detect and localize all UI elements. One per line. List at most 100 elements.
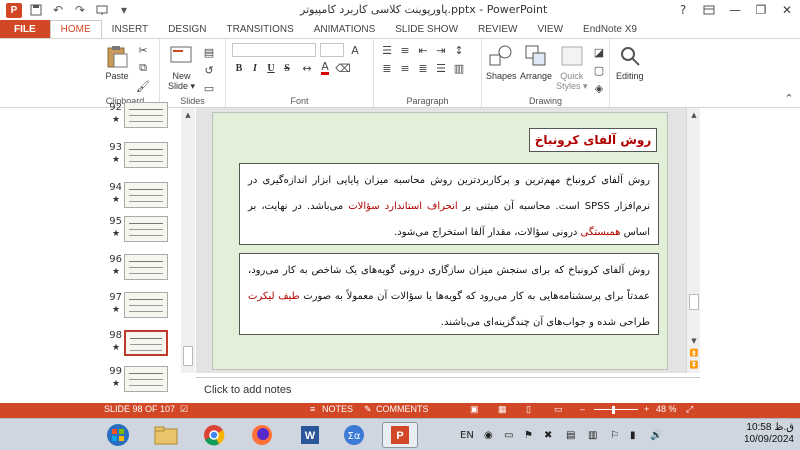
font-name-combo[interactable] <box>232 43 316 57</box>
grow-font-icon[interactable]: A <box>348 43 362 57</box>
next-slide-icon[interactable]: ⏬ <box>689 360 699 370</box>
tray-app-icon[interactable]: ✖ <box>544 419 552 450</box>
scrollbar-thumb[interactable] <box>689 294 699 310</box>
editing-button[interactable]: Editing <box>616 43 644 81</box>
tray-volume-icon[interactable]: 🔊 <box>650 419 662 450</box>
zoom-in-button[interactable]: + <box>644 404 649 414</box>
zoom-out-button[interactable]: – <box>580 404 585 414</box>
tab-animations[interactable]: ANIMATIONS <box>304 20 385 38</box>
scrollbar-thumb[interactable] <box>183 346 193 366</box>
thumbnail-slide-99[interactable]: 99 ★ <box>104 366 184 398</box>
thumbnail-slide-98[interactable]: 98 ★ <box>104 330 184 362</box>
shape-outline-icon[interactable]: ▢ <box>592 63 606 77</box>
notes-button[interactable]: NOTES <box>322 404 353 414</box>
content-textbox-1[interactable]: روش آلفای کرونباخ مهم‌ترین و پرکاربردتری… <box>239 163 659 245</box>
save-icon[interactable] <box>28 2 44 18</box>
previous-slide-icon[interactable]: ⏫ <box>689 348 699 358</box>
zoom-slider[interactable] <box>594 409 638 410</box>
tab-slide-show[interactable]: SLIDE SHOW <box>385 20 468 38</box>
thumbnail-slide-92[interactable]: 92 ★ <box>104 102 184 134</box>
undo-icon[interactable]: ↶ <box>50 2 66 18</box>
thumbnail-slide-94[interactable]: 94 ★ <box>104 182 184 214</box>
copy-icon[interactable]: ⧉ <box>136 61 150 75</box>
tab-view[interactable]: VIEW <box>527 20 573 38</box>
strikethrough-button[interactable]: S <box>280 61 294 75</box>
numbering-icon[interactable]: ≡ <box>398 43 412 57</box>
quick-styles-button[interactable]: Quick Styles ▾ <box>556 43 588 92</box>
equation-editor-icon[interactable]: Σα <box>336 422 372 448</box>
format-painter-icon[interactable]: 🖌 <box>136 79 150 93</box>
thumbnail-slide-97[interactable]: 97 ★ <box>104 292 184 324</box>
thumbnail-slide-96[interactable]: 96 ★ <box>104 254 184 286</box>
redo-icon[interactable]: ↷ <box>72 2 88 18</box>
zoom-level[interactable]: 48 % <box>656 404 677 414</box>
font-color-icon[interactable]: A <box>318 61 332 75</box>
cut-icon[interactable]: ✂ <box>136 43 150 57</box>
shape-effects-icon[interactable]: ◈ <box>592 81 606 95</box>
align-left-icon[interactable]: ≣ <box>380 61 394 75</box>
clock[interactable]: 10:58 ق.ظ 10/09/2024 <box>744 422 794 446</box>
thumbnails-scrollbar[interactable]: ▲ <box>181 108 195 373</box>
collapse-ribbon-icon[interactable]: ⌃ <box>782 91 796 105</box>
font-size-combo[interactable] <box>320 43 344 57</box>
character-spacing-icon[interactable]: ↔ <box>300 61 314 75</box>
line-spacing-icon[interactable]: ↕ <box>452 43 466 57</box>
language-indicator[interactable]: EN <box>460 419 474 450</box>
bullets-icon[interactable]: ☰ <box>380 43 394 57</box>
start-button[interactable] <box>100 422 136 448</box>
tray-bars-icon[interactable]: ▮ <box>630 419 636 450</box>
tray-security-icon[interactable]: ⚑ <box>524 419 533 450</box>
tab-review[interactable]: REVIEW <box>468 20 527 38</box>
start-slideshow-icon[interactable] <box>94 2 110 18</box>
file-explorer-icon[interactable] <box>148 422 184 448</box>
scroll-down-icon[interactable]: ▼ <box>689 336 699 346</box>
minimize-button[interactable]: — <box>722 0 748 20</box>
restore-button[interactable]: ❐ <box>748 0 774 20</box>
scroll-up-icon[interactable]: ▲ <box>183 110 193 120</box>
tray-flag-icon[interactable]: ⚐ <box>610 419 619 450</box>
bold-button[interactable]: B <box>232 61 246 75</box>
thumbnail-slide-93[interactable]: 93 ★ <box>104 142 184 174</box>
tab-transitions[interactable]: TRANSITIONS <box>217 20 304 38</box>
reset-icon[interactable]: ↺ <box>202 63 216 77</box>
shapes-button[interactable]: Shapes <box>486 43 517 81</box>
notes-pane[interactable]: Click to add notes <box>196 377 700 403</box>
word-icon[interactable]: W <box>292 422 328 448</box>
help-button[interactable]: ? <box>670 0 696 20</box>
slide-sorter-icon[interactable]: ▦ <box>498 404 507 415</box>
align-center-icon[interactable]: ≡ <box>398 61 412 75</box>
justify-icon[interactable]: ☰ <box>434 61 448 75</box>
arrange-button[interactable]: Arrange <box>520 43 552 81</box>
tab-design[interactable]: DESIGN <box>158 20 216 38</box>
tab-insert[interactable]: INSERT <box>102 20 159 38</box>
powerpoint-taskbar-icon[interactable]: P <box>382 422 418 448</box>
slide-scrollbar[interactable]: ▲ ▼ ⏫ ⏬ <box>686 108 700 373</box>
comments-button[interactable]: COMMENTS <box>376 404 429 414</box>
new-slide-button[interactable]: New Slide ▾ <box>168 43 195 92</box>
clear-formatting-icon[interactable]: ⌫ <box>335 61 351 75</box>
section-icon[interactable]: ▭ <box>202 81 216 95</box>
tray-network-icon[interactable]: ▥ <box>588 419 597 450</box>
customize-qat-icon[interactable]: ▾ <box>116 2 132 18</box>
increase-indent-icon[interactable]: ⇥ <box>434 43 448 57</box>
spell-check-icon[interactable]: ☑ <box>180 404 188 415</box>
content-textbox-2[interactable]: روش آلفای کرونباخ که برای سنجش میزان ساز… <box>239 253 659 335</box>
shape-fill-icon[interactable]: ◪ <box>592 45 606 59</box>
tray-monitor-icon[interactable]: ▭ <box>504 419 513 450</box>
slide-show-icon[interactable]: ▭ <box>554 404 563 415</box>
thumbnail-slide-95[interactable]: 95 ★ <box>104 216 184 248</box>
tray-record-icon[interactable]: ◉ <box>484 419 493 450</box>
layout-icon[interactable]: ▤ <box>202 45 216 59</box>
fit-slide-icon[interactable]: ⤢ <box>686 404 693 415</box>
zoom-slider-thumb[interactable] <box>612 406 615 414</box>
align-right-icon[interactable]: ≣ <box>416 61 430 75</box>
tray-app2-icon[interactable]: ▤ <box>566 419 575 450</box>
slide-title[interactable]: روش آلفای کرونباخ <box>529 128 657 152</box>
reading-view-icon[interactable]: ▯ <box>526 404 531 415</box>
chrome-icon[interactable] <box>196 422 232 448</box>
underline-button[interactable]: U <box>264 61 278 75</box>
close-button[interactable]: ✕ <box>774 0 800 20</box>
ribbon-display-options-icon[interactable] <box>696 0 722 20</box>
columns-icon[interactable]: ▥ <box>452 61 466 75</box>
tab-home[interactable]: HOME <box>49 20 102 38</box>
